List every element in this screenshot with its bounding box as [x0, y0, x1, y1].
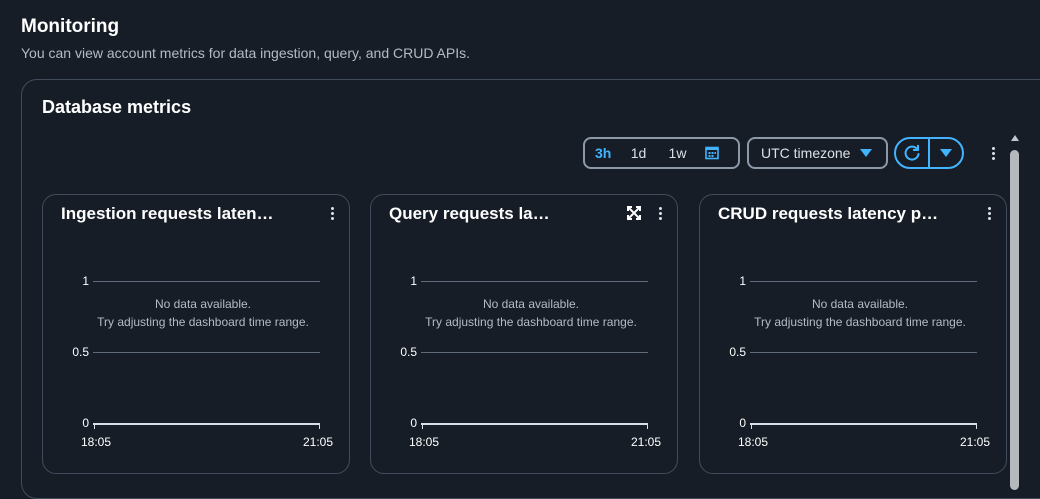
refresh-options-button[interactable] [930, 139, 962, 167]
no-data-title: No data available. [154, 297, 252, 311]
scroll-thumb[interactable] [1010, 150, 1019, 490]
x-axis-tick [94, 423, 95, 429]
more-icon [987, 207, 991, 210]
gridline [93, 352, 320, 353]
x-axis-tick [976, 423, 977, 429]
range-1w-button[interactable]: 1w [658, 145, 697, 161]
no-data-message: No data available. Try adjusting the das… [83, 295, 323, 331]
widget-actions-button[interactable] [329, 207, 335, 220]
y-tick-label: 0.5 [400, 345, 417, 359]
expand-icon [627, 206, 641, 220]
x-tick-label: 21:05 [631, 435, 662, 449]
x-tick-label: 18:05 [81, 435, 112, 449]
more-icon [330, 207, 334, 210]
refresh-button[interactable] [896, 139, 928, 167]
x-axis-tick [319, 423, 320, 429]
dashboard-actions-button[interactable] [990, 147, 996, 160]
calendar-button[interactable] [705, 146, 725, 160]
page-description: You can view account metrics for data in… [21, 45, 471, 61]
widget-crud-latency: CRUD requests latency p… 1 0.5 0 18:05 2… [699, 194, 1007, 474]
widget-title: Ingestion requests laten… [61, 204, 274, 223]
time-range-selector: 3h 1d 1w [583, 137, 740, 169]
refresh-button-group [894, 137, 964, 169]
widget-title: Query requests la… [389, 204, 550, 223]
no-data-title: No data available. [811, 297, 909, 311]
page-header: Monitoring You can view account metrics … [21, 16, 470, 61]
scrollbar[interactable] [1008, 132, 1021, 490]
y-tick-label: 0 [82, 416, 89, 430]
gridline [421, 281, 648, 282]
timezone-select[interactable]: UTC timezone [747, 137, 888, 169]
y-tick-label: 0.5 [72, 345, 89, 359]
range-3h-button[interactable]: 3h [595, 145, 619, 161]
x-axis-tick [751, 423, 752, 429]
widget-actions-button[interactable] [657, 207, 663, 220]
no-data-hint: Try adjusting the dashboard time range. [97, 315, 309, 329]
y-tick-label: 1 [410, 274, 417, 288]
x-tick-label: 18:05 [738, 435, 769, 449]
calendar-icon [705, 146, 719, 160]
x-tick-label: 21:05 [303, 435, 334, 449]
widget-title: CRUD requests latency p… [718, 204, 939, 223]
gridline [750, 281, 977, 282]
x-axis-tick [647, 423, 648, 429]
no-data-hint: Try adjusting the dashboard time range. [754, 315, 966, 329]
more-icon [658, 207, 662, 210]
x-axis [421, 423, 648, 425]
widget-query-latency: Query requests la… 1 0.5 0 18:05 21:05 N… [370, 194, 678, 474]
y-tick-label: 0.5 [729, 345, 746, 359]
widget-ingestion-latency: Ingestion requests laten… 1 0.5 0 18:05 … [42, 194, 350, 474]
gridline [421, 352, 648, 353]
no-data-message: No data available. Try adjusting the das… [411, 295, 651, 331]
caret-down-icon [939, 148, 952, 157]
gridline [93, 281, 320, 282]
x-axis-tick [422, 423, 423, 429]
gridline [750, 352, 977, 353]
y-tick-label: 1 [82, 274, 89, 288]
no-data-message: No data available. Try adjusting the das… [740, 295, 980, 331]
y-tick-label: 0 [410, 416, 417, 430]
range-1d-button[interactable]: 1d [619, 145, 658, 161]
page-title: Monitoring [21, 16, 120, 37]
y-tick-label: 0 [739, 416, 746, 430]
expand-button[interactable] [627, 206, 641, 225]
timezone-label: UTC timezone [761, 145, 851, 161]
x-axis [750, 423, 977, 425]
caret-down-icon [860, 149, 872, 157]
widget-actions-button[interactable] [986, 207, 992, 220]
x-tick-label: 21:05 [960, 435, 991, 449]
scroll-up-arrow[interactable] [1011, 135, 1019, 141]
y-tick-label: 1 [739, 274, 746, 288]
refresh-icon [904, 144, 920, 161]
x-axis [93, 423, 320, 425]
no-data-hint: Try adjusting the dashboard time range. [425, 315, 637, 329]
more-icon [991, 147, 995, 150]
container-title: Database metrics [42, 97, 192, 117]
x-tick-label: 18:05 [409, 435, 440, 449]
no-data-title: No data available. [482, 297, 580, 311]
